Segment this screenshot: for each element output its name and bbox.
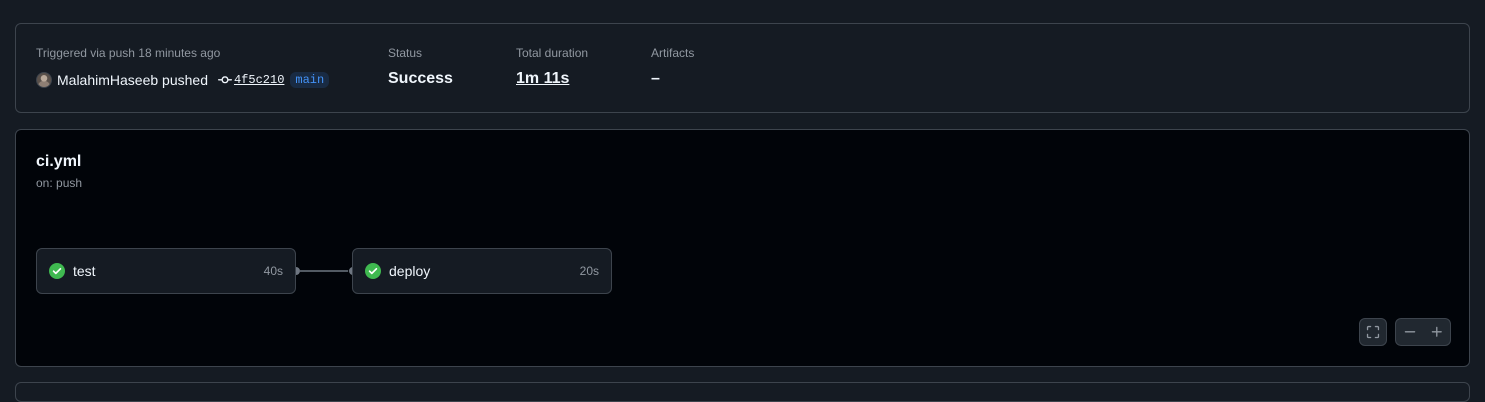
status-block: Status Success [388, 46, 453, 89]
job-duration: 40s [263, 264, 283, 278]
status-label: Status [388, 46, 423, 60]
artifacts-value: – [651, 70, 660, 87]
next-card-edge [15, 382, 1470, 402]
commit-sha-link[interactable]: 4f5c210 [234, 73, 284, 87]
workflow-graph-card: ci.yml on: push test 40s deploy 20s [15, 129, 1470, 367]
duration-block: Total duration 1m 11s [516, 46, 588, 89]
duration-link[interactable]: 1m 11s [516, 69, 588, 89]
job-connector [296, 266, 358, 276]
job-duration: 20s [579, 264, 599, 278]
check-circle-icon [49, 263, 65, 279]
check-circle-icon [365, 263, 381, 279]
trigger-label: Triggered via push 18 minutes ago [36, 46, 221, 60]
avatar[interactable] [36, 72, 52, 88]
duration-label: Total duration [516, 46, 589, 60]
plus-icon [1431, 326, 1442, 337]
job-name: test [73, 263, 96, 279]
artifacts-block: Artifacts – [651, 46, 694, 89]
job-name: deploy [389, 263, 431, 279]
fullscreen-button[interactable] [1360, 319, 1386, 345]
trigger-row: MalahimHaseeb pushed 4f5c210 main [36, 70, 330, 90]
status-value: Success [388, 70, 453, 87]
fullscreen-icon [1366, 325, 1380, 339]
zoom-controls [1395, 318, 1451, 346]
workflow-trigger: on: push [36, 176, 83, 190]
actor-text[interactable]: MalahimHaseeb pushed [57, 72, 208, 88]
zoom-in-button[interactable] [1423, 319, 1450, 345]
zoom-out-button[interactable] [1396, 319, 1423, 345]
commit-icon [217, 73, 232, 87]
job-deploy[interactable]: deploy 20s [352, 248, 612, 294]
workflow-title: ci.yml [36, 153, 82, 170]
minus-icon [1404, 331, 1415, 333]
job-test[interactable]: test 40s [36, 248, 296, 294]
run-summary-card: Triggered via push 18 minutes ago Malahi… [15, 23, 1470, 113]
branch-badge[interactable]: main [290, 72, 330, 88]
fullscreen-control [1359, 318, 1387, 346]
artifacts-label: Artifacts [651, 46, 695, 60]
